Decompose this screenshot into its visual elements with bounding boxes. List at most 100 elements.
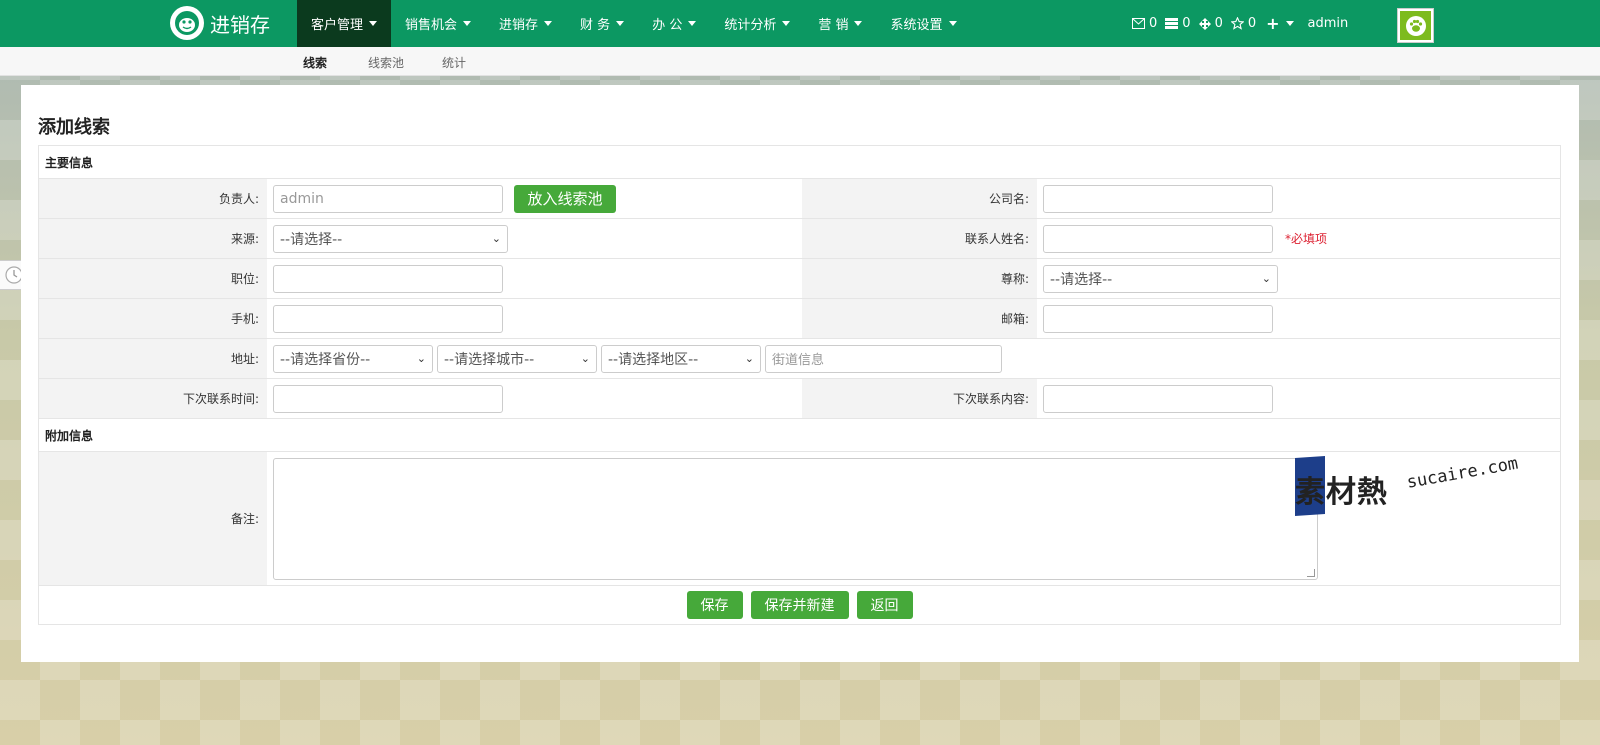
province-select[interactable]: --请选择省份-- ⌄ <box>273 344 433 373</box>
subnav-statistics[interactable]: 统计 <box>442 54 466 71</box>
nav-item-finance[interactable]: 财 务 <box>566 0 638 47</box>
favorites-count: 0 <box>1247 16 1257 31</box>
nav-label: 统计分析 <box>724 18 777 33</box>
messages-button[interactable]: 0 <box>1132 16 1157 31</box>
list-icon <box>1165 18 1179 29</box>
nav-label: 进销存 <box>499 18 539 33</box>
salutation-cell: --请选择-- ⌄ <box>1037 259 1560 298</box>
nav-item-statistics[interactable]: 统计分析 <box>710 0 804 47</box>
owner-label: 负责人: <box>39 179 267 218</box>
city-select[interactable]: --请选择城市-- ⌄ <box>437 344 597 373</box>
form-row: 来源: --请选择-- ⌄ 联系人姓名: *必填项 <box>39 219 1560 259</box>
next-contact-content-field[interactable] <box>1043 384 1273 413</box>
remark-textarea[interactable] <box>273 457 1318 580</box>
next-contact-time-label: 下次联系时间: <box>39 379 267 418</box>
nav-item-office[interactable]: 办 公 <box>638 0 710 47</box>
plus-icon: + <box>1266 14 1280 33</box>
contact-name-field[interactable] <box>1043 224 1273 253</box>
back-button[interactable]: 返回 <box>856 591 913 619</box>
section-header-main: 主要信息 <box>39 146 1560 179</box>
contact-name-label: 联系人姓名: <box>802 219 1037 258</box>
favorites-button[interactable]: 0 <box>1230 16 1257 31</box>
nav-item-marketing[interactable]: 营 销 <box>804 0 876 47</box>
tasks-count: 0 <box>1182 16 1191 31</box>
email-field[interactable] <box>1043 304 1273 333</box>
source-cell: --请选择-- ⌄ <box>267 219 802 258</box>
form-row: 职位: 尊称: --请选择-- ⌄ <box>39 259 1560 299</box>
street-field[interactable]: 街道信息 <box>765 344 1002 373</box>
caret-down-icon <box>854 21 863 26</box>
approvals-button[interactable]: 0 <box>1198 16 1223 31</box>
source-label: 来源: <box>39 219 267 258</box>
tasks-button[interactable]: 0 <box>1165 16 1191 31</box>
company-cell <box>1037 179 1560 218</box>
nav-label: 办 公 <box>652 18 683 33</box>
chevron-down-icon: ⌄ <box>416 352 426 365</box>
caret-down-icon <box>948 21 957 26</box>
section-header-extra: 附加信息 <box>39 419 1560 452</box>
watermark: 素材熱 sucaire.com <box>1295 454 1545 527</box>
save-and-new-button[interactable]: 保存并新建 <box>750 591 849 619</box>
monkey-logo-icon <box>170 6 204 40</box>
brand[interactable]: 进销存 <box>170 6 270 40</box>
main-panel: 添加线索 主要信息 负责人: admin 放入线索池 公司名: 来源: --请选… <box>21 85 1579 662</box>
caret-down-icon <box>688 21 697 26</box>
sub-navbar: 线索 线索池 统计 <box>0 47 1600 76</box>
user-name[interactable]: admin <box>1308 16 1349 31</box>
approvals-count: 0 <box>1214 16 1223 31</box>
watermark-cn: 素材熱 <box>1295 475 1388 510</box>
caret-down-icon <box>463 21 472 26</box>
form-row: 手机: 邮箱: <box>39 299 1560 339</box>
nav-item-customers[interactable]: 客户管理 <box>297 0 392 47</box>
next-contact-content-cell <box>1037 379 1560 418</box>
caret-down-icon <box>782 21 791 26</box>
address-cell: --请选择省份-- ⌄ --请选择城市-- ⌄ --请选择地区-- ⌄ 街道信息 <box>267 339 1560 378</box>
nav-label: 系统设置 <box>890 18 943 33</box>
lead-form: 主要信息 负责人: admin 放入线索池 公司名: 来源: --请选择-- ⌄… <box>38 145 1561 625</box>
required-note: *必填项 <box>1285 232 1328 246</box>
nav-label: 销售机会 <box>405 18 458 33</box>
subnav-leads[interactable]: 线索 <box>303 54 327 71</box>
company-field[interactable] <box>1043 184 1273 213</box>
salutation-select[interactable]: --请选择-- ⌄ <box>1043 264 1278 293</box>
form-row: 地址: --请选择省份-- ⌄ --请选择城市-- ⌄ --请选择地区-- ⌄ … <box>39 339 1560 379</box>
clock-icon <box>4 266 23 284</box>
mobile-cell <box>267 299 802 338</box>
owner-field[interactable]: admin <box>273 184 503 213</box>
next-contact-time-field[interactable] <box>273 384 503 413</box>
top-navbar: 进销存 客户管理 销售机会 进销存 财 务 办 公 统计分析 营 销 系统设置 … <box>0 0 1600 47</box>
move-to-pool-button[interactable]: 放入线索池 <box>514 184 616 213</box>
nav-item-settings[interactable]: 系统设置 <box>876 0 970 47</box>
page-title: 添加线索 <box>38 117 110 138</box>
caret-down-icon <box>1285 21 1294 26</box>
add-new-button[interactable]: + <box>1264 14 1294 33</box>
salutation-label: 尊称: <box>802 259 1037 298</box>
mobile-field[interactable] <box>273 304 503 333</box>
chevron-down-icon: ⌄ <box>744 352 754 365</box>
nav-label: 财 务 <box>580 18 611 33</box>
header-tools: 0 0 0 0 + admin <box>1132 0 1348 47</box>
move-icon <box>1198 17 1211 30</box>
position-field[interactable] <box>273 264 503 293</box>
district-select-value: --请选择地区-- <box>608 351 699 368</box>
mobile-label: 手机: <box>39 299 267 338</box>
save-button[interactable]: 保存 <box>686 591 743 619</box>
city-select-value: --请选择城市-- <box>444 351 535 368</box>
envelope-icon <box>1132 18 1145 29</box>
source-select[interactable]: --请选择-- ⌄ <box>273 224 508 253</box>
source-select-value: --请选择-- <box>280 231 343 248</box>
owner-cell: admin 放入线索池 <box>267 179 802 218</box>
paw-icon <box>1400 11 1431 40</box>
nav-item-inventory[interactable]: 进销存 <box>485 0 566 47</box>
star-icon <box>1230 17 1244 30</box>
district-select[interactable]: --请选择地区-- ⌄ <box>601 344 761 373</box>
subnav-lead-pool[interactable]: 线索池 <box>368 54 404 71</box>
chevron-down-icon: ⌄ <box>491 232 501 245</box>
caret-down-icon <box>544 21 553 26</box>
resize-grip-icon[interactable] <box>1307 568 1315 577</box>
caret-down-icon <box>369 21 378 26</box>
nav-label: 客户管理 <box>311 18 364 33</box>
brand-name: 进销存 <box>210 12 270 37</box>
avatar[interactable] <box>1397 8 1434 43</box>
nav-item-sales-opportunity[interactable]: 销售机会 <box>391 0 485 47</box>
